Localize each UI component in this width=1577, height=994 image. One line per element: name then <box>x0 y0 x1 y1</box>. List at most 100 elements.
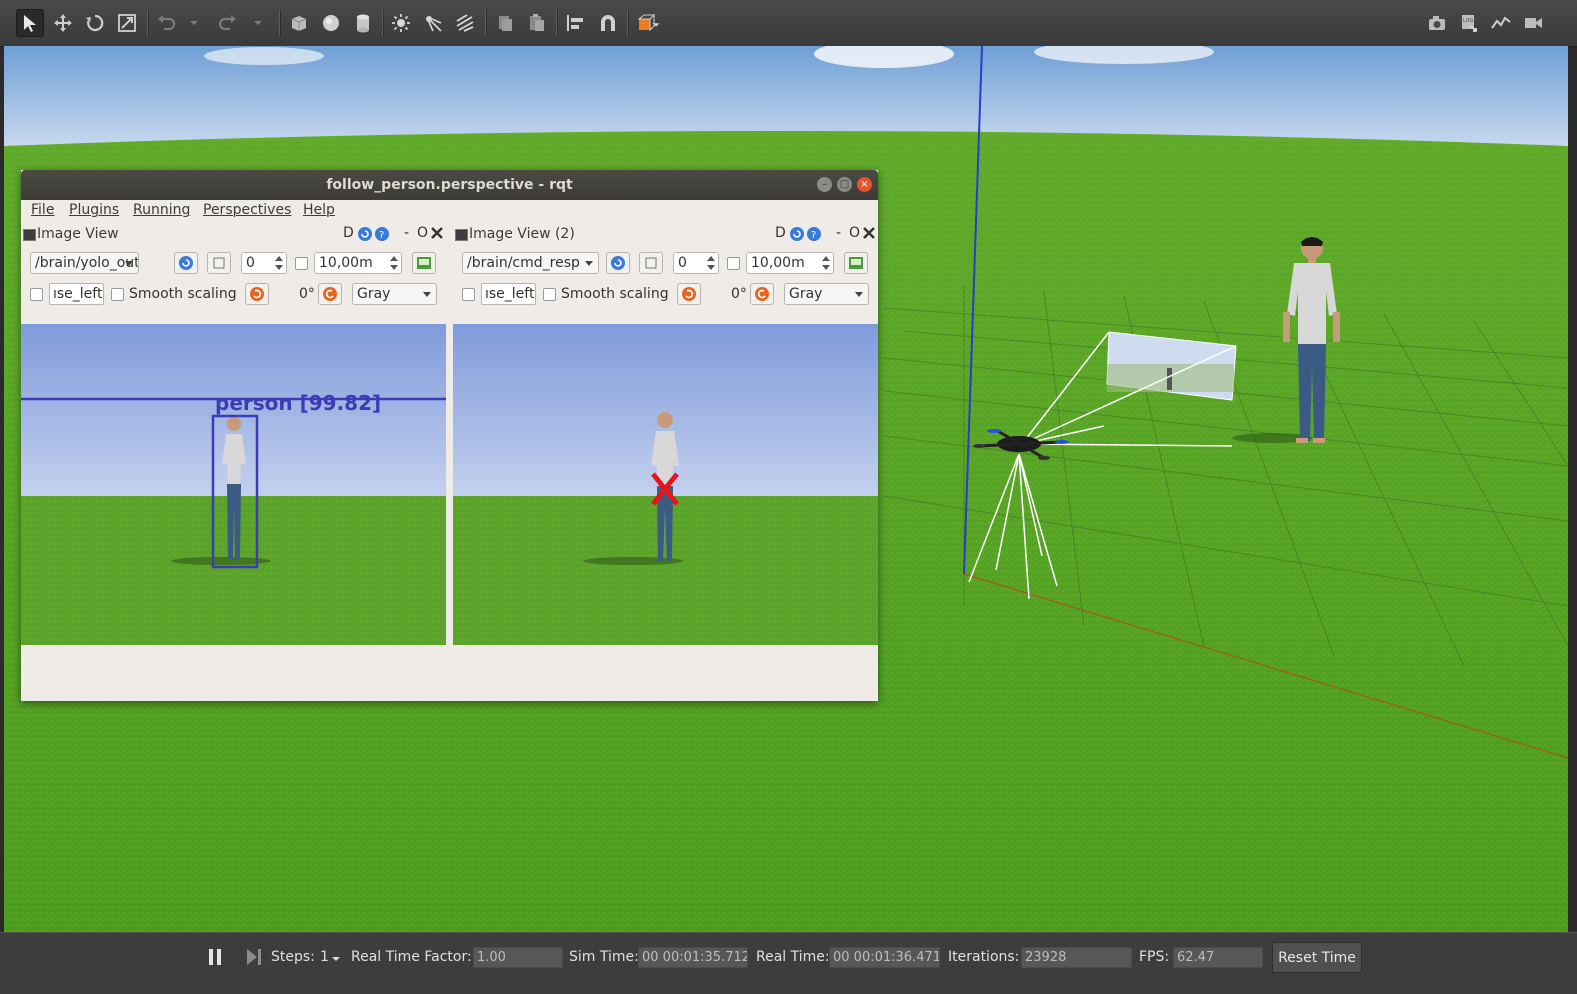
menu-running[interactable]: Running <box>133 202 190 218</box>
dock-button[interactable]: D <box>343 225 354 243</box>
max-range-spinbox[interactable]: 10,00m <box>746 252 834 274</box>
close-icon[interactable] <box>863 227 875 239</box>
sphere-shape-button[interactable] <box>317 9 345 37</box>
window-title: follow_person.perspective - rqt <box>326 177 573 193</box>
color-scheme-dropdown[interactable]: Gray <box>784 283 869 305</box>
smooth-scaling-checkbox[interactable] <box>543 288 556 301</box>
scale-tool-button[interactable] <box>113 9 141 37</box>
snap-button[interactable] <box>594 9 622 37</box>
reload-icon[interactable] <box>789 226 805 242</box>
save-image-button[interactable] <box>412 252 436 274</box>
mouse-publish-checkbox[interactable] <box>30 288 43 301</box>
real-time-value: 00 00:01:36.471 <box>829 947 940 968</box>
video-camera-icon <box>1525 18 1542 28</box>
float-pane-button[interactable]: O <box>849 225 860 243</box>
rqt-window[interactable]: follow_person.perspective - rqt – □ × Fi… <box>21 170 878 701</box>
minimize-window-button[interactable]: – <box>817 177 832 192</box>
pane-title: Image View <box>37 226 119 242</box>
dock-button[interactable]: D <box>775 225 786 243</box>
menu-plugins[interactable]: Plugins <box>69 202 119 218</box>
range-checkbox[interactable] <box>727 257 740 270</box>
image-view-pane-2: Image View (2) D ? - O /brain/cmd_resp 0… <box>453 224 878 645</box>
point-light-button[interactable] <box>387 9 415 37</box>
menu-help[interactable]: Help <box>303 202 335 218</box>
screenshot-button[interactable] <box>1423 9 1451 37</box>
minimize-pane-button[interactable]: - <box>404 225 409 243</box>
sim-status-bar: Steps: 1 Real Time Factor: 1.00 Sim Time… <box>0 932 1577 994</box>
menu-file[interactable]: File <box>31 202 54 218</box>
detection-label: person [99.82] <box>215 391 381 415</box>
color-scheme-dropdown[interactable]: Gray <box>352 283 437 305</box>
fit-icon <box>213 257 225 269</box>
record-video-button[interactable] <box>1519 9 1547 37</box>
view-angle-button[interactable] <box>632 9 668 37</box>
help-icon[interactable]: ? <box>806 226 822 242</box>
select-tool-button[interactable] <box>16 9 44 37</box>
mouse-topic-field[interactable]: ıse_left <box>49 283 104 305</box>
redo-history-button[interactable] <box>248 9 266 37</box>
align-button[interactable] <box>562 9 590 37</box>
rotate-right-button[interactable] <box>318 283 342 305</box>
plot-button[interactable] <box>1487 9 1515 37</box>
refresh-topics-button[interactable] <box>174 252 198 274</box>
value-spinbox[interactable]: 0 <box>241 252 287 274</box>
rtf-value: 1.00 <box>473 947 563 968</box>
box-shape-button[interactable] <box>285 9 313 37</box>
refresh-topics-button[interactable] <box>606 252 630 274</box>
rotate-left-button[interactable] <box>245 283 269 305</box>
pane-icon <box>23 229 36 241</box>
refresh-icon <box>611 256 625 270</box>
step-button[interactable] <box>245 947 263 967</box>
smooth-scaling-checkbox[interactable] <box>111 288 124 301</box>
topic-dropdown[interactable]: /brain/yolo_outp <box>30 252 139 274</box>
cylinder-icon <box>357 14 369 33</box>
spotlight-icon <box>426 16 442 32</box>
rqt-titlebar[interactable]: follow_person.perspective - rqt – □ × <box>21 170 878 200</box>
chevron-down-icon[interactable] <box>331 956 341 962</box>
copy-button[interactable] <box>491 9 519 37</box>
close-window-button[interactable]: × <box>857 177 872 192</box>
minimize-pane-button[interactable]: - <box>836 225 841 243</box>
save-image-button[interactable] <box>844 252 868 274</box>
reset-time-button[interactable]: Reset Time <box>1272 942 1362 973</box>
sim-time-label: Sim Time: <box>569 949 639 965</box>
log-button[interactable]: LOG <box>1455 9 1483 37</box>
undo-button[interactable] <box>152 9 180 37</box>
reload-icon[interactable] <box>357 226 373 242</box>
spot-light-button[interactable] <box>419 9 447 37</box>
fps-label: FPS: <box>1139 949 1170 965</box>
redo-button[interactable] <box>214 9 242 37</box>
steps-value[interactable]: 1 <box>320 949 329 965</box>
directional-light-button[interactable] <box>451 9 479 37</box>
value-spinbox[interactable]: 0 <box>673 252 719 274</box>
zoom-fit-button[interactable] <box>639 252 663 274</box>
cylinder-shape-button[interactable] <box>349 9 377 37</box>
menu-perspectives[interactable]: Perspectives <box>203 202 291 218</box>
undo-history-button[interactable] <box>184 9 202 37</box>
maximize-window-button[interactable]: □ <box>837 177 852 192</box>
sun-icon <box>392 14 410 32</box>
mouse-topic-field[interactable]: ıse_left <box>481 283 536 305</box>
rotate-tool-button[interactable] <box>81 9 109 37</box>
real-time-label: Real Time: <box>756 949 830 965</box>
image-save-icon <box>849 257 863 269</box>
steps-label: Steps: <box>271 949 315 965</box>
rotate-left-button[interactable] <box>677 283 701 305</box>
mouse-publish-checkbox[interactable] <box>462 288 475 301</box>
rotate-right-icon <box>755 287 769 301</box>
pause-button[interactable] <box>207 947 223 967</box>
rotate-right-button[interactable] <box>750 283 774 305</box>
max-range-spinbox[interactable]: 10,00m <box>314 252 402 274</box>
help-icon[interactable]: ? <box>374 226 390 242</box>
float-pane-button[interactable]: O <box>417 225 428 243</box>
image-view-1[interactable]: person [99.82] <box>21 324 446 645</box>
topic-dropdown[interactable]: /brain/cmd_resp <box>462 252 599 274</box>
close-icon[interactable] <box>431 227 443 239</box>
range-checkbox[interactable] <box>295 257 308 270</box>
zoom-fit-button[interactable] <box>207 252 231 274</box>
image-view-2[interactable] <box>453 324 878 645</box>
align-icon <box>567 15 583 31</box>
paste-button[interactable] <box>523 9 551 37</box>
translate-tool-button[interactable] <box>49 9 77 37</box>
gazebo-3d-viewport[interactable]: follow_person.perspective - rqt – □ × Fi… <box>4 46 1568 932</box>
